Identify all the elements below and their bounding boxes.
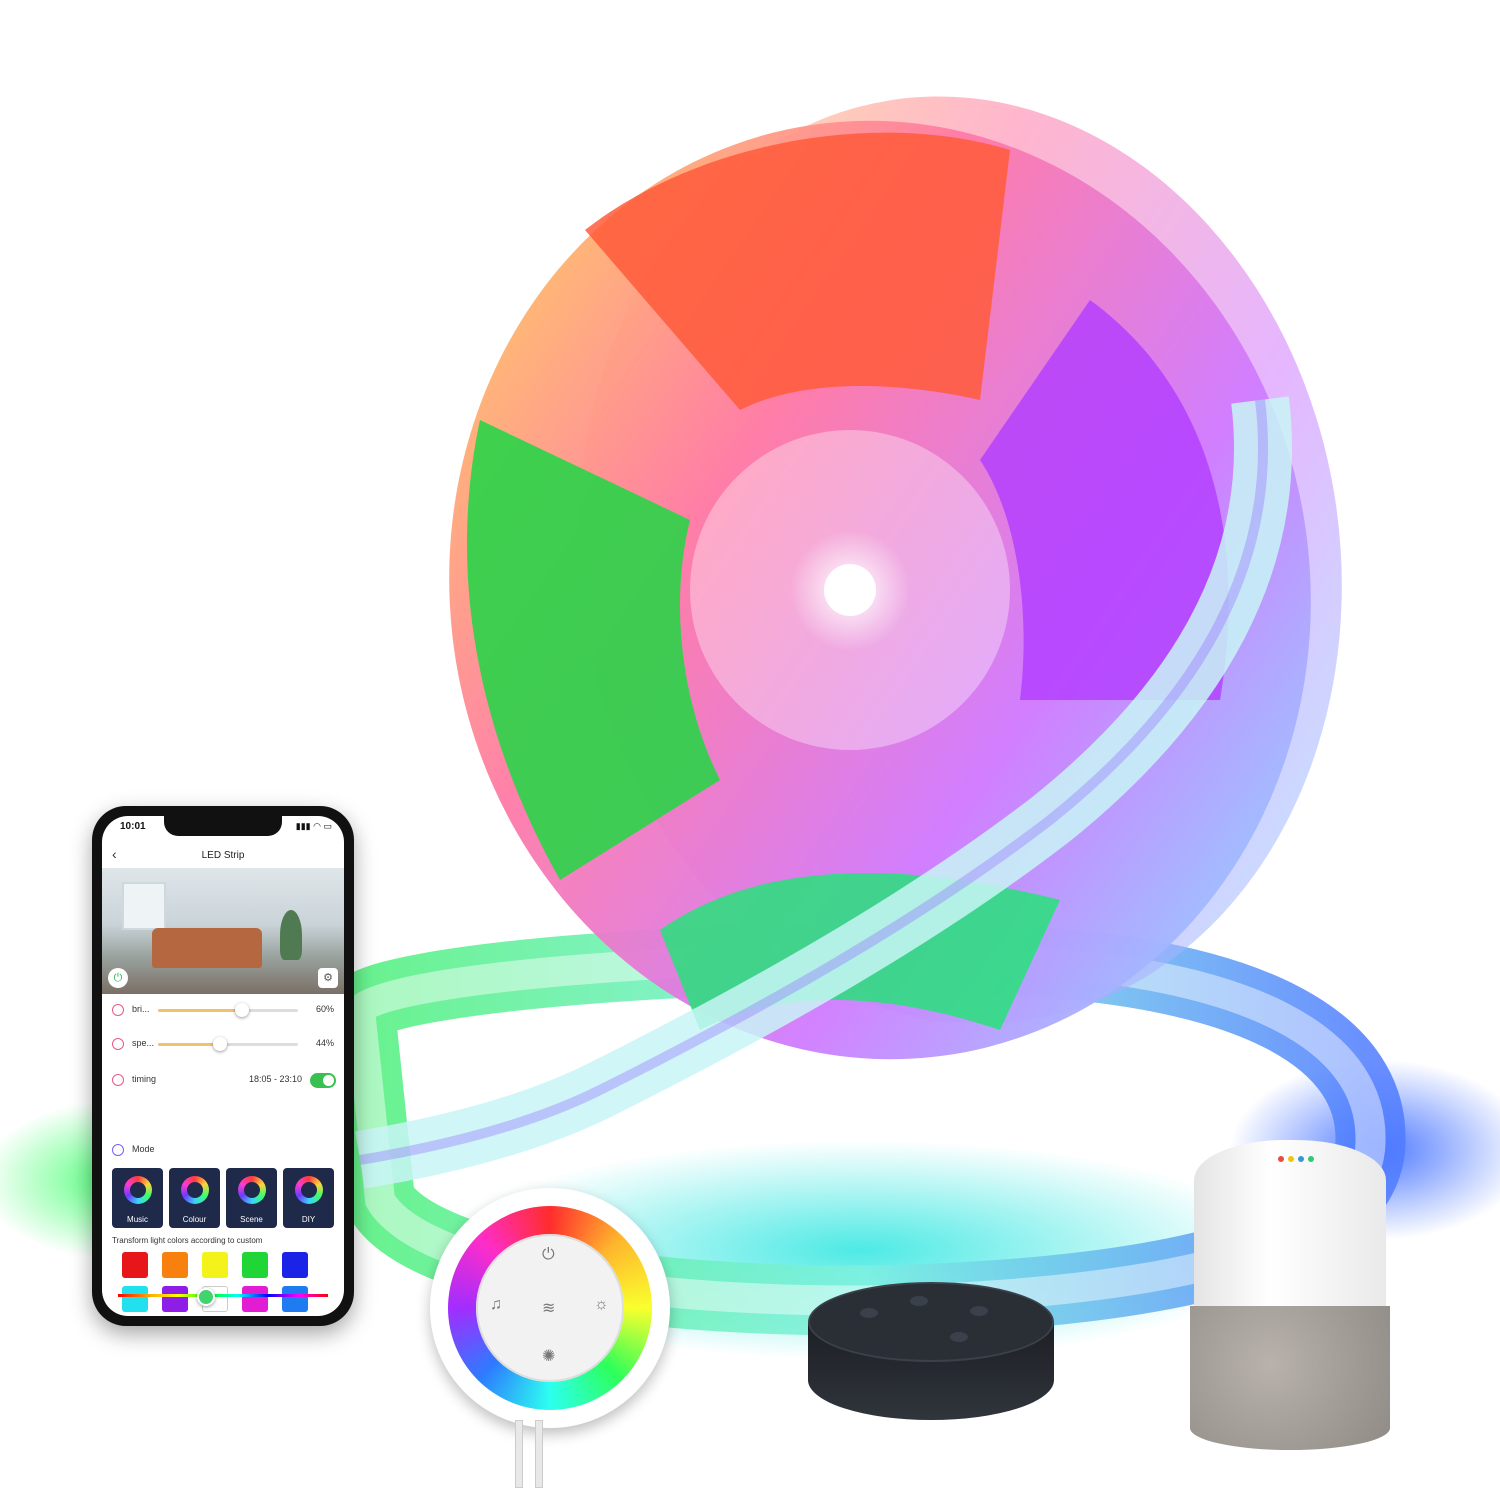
speed-fill (158, 1043, 220, 1046)
timing-range: 18:05 - 23:10 (248, 1074, 302, 1084)
mode-icon[interactable]: ✺ (542, 1346, 555, 1366)
mode-heading-row: Mode (102, 1140, 344, 1162)
timing-icon (112, 1074, 124, 1086)
brightness-value: 60% (315, 1004, 334, 1014)
power-icon[interactable]: ⏻ (108, 968, 128, 988)
timing-toggle[interactable] (310, 1073, 336, 1088)
speaker-top (808, 1282, 1054, 1362)
controller-cable (535, 1420, 543, 1488)
speaker-top-shell (1194, 1140, 1386, 1310)
brightness-icon (112, 1004, 124, 1016)
music-note-icon (123, 1176, 152, 1204)
indicator-light (1308, 1156, 1314, 1162)
speaker-button (970, 1306, 988, 1316)
mode-colour-button[interactable]: Colour (169, 1168, 220, 1228)
room-photo: ⏻ ⚙ (102, 868, 344, 994)
app-title: LED Strip (201, 850, 245, 861)
color-swatch[interactable] (122, 1286, 148, 1312)
led-controller-remote: ⏻ ♫ ≋ ☼ ✺ (430, 1188, 670, 1428)
color-swatch[interactable] (122, 1252, 148, 1278)
smart-speaker-puck (808, 1282, 1054, 1432)
settings-gear-icon[interactable]: ⚙ (318, 968, 338, 988)
speaker-button (860, 1308, 878, 1318)
mode-label: Colour (182, 1215, 207, 1224)
sofa-image (152, 928, 262, 968)
mode-scene-button[interactable]: Scene (226, 1168, 277, 1228)
color-swatch[interactable] (282, 1286, 308, 1312)
controller-cable (515, 1420, 523, 1488)
timing-row: timing 18:05 - 23:10 (102, 1070, 344, 1092)
speaker-button (950, 1332, 968, 1342)
color-swatch[interactable] (162, 1286, 188, 1312)
timing-label: timing (132, 1074, 157, 1084)
product-photo: 10:01 ▮▮▮ ◠ ▭ ‹ LED Strip ⏻ ⚙ bri... 60% (0, 0, 1500, 1488)
color-swatch[interactable] (282, 1252, 308, 1278)
mode-label: Scene (240, 1215, 263, 1224)
controller-buttons: ⏻ ♫ ≋ ☼ ✺ (476, 1234, 624, 1382)
speed-value: 44% (315, 1038, 334, 1048)
wifi-icon[interactable]: ≋ (542, 1298, 555, 1318)
window-image (122, 882, 166, 930)
brightness-fill (158, 1009, 242, 1012)
mode-label: Music (127, 1215, 148, 1224)
status-icons: ▮▮▮ ◠ ▭ (295, 821, 332, 831)
speed-slider[interactable] (158, 1037, 298, 1051)
color-swatch[interactable] (202, 1252, 228, 1278)
color-wheel-icon (180, 1176, 209, 1204)
smart-speaker-tower (1190, 1140, 1390, 1450)
color-swatch[interactable] (162, 1252, 188, 1278)
color-swatch[interactable] (242, 1286, 268, 1312)
mode-label: DIY (301, 1215, 316, 1224)
speed-knob[interactable] (212, 1037, 227, 1051)
brightness-row: bri... 60% (102, 1000, 344, 1022)
brightness-label: bri... (132, 1004, 150, 1014)
color-swatch[interactable] (242, 1252, 268, 1278)
diy-icon (294, 1176, 323, 1204)
transform-text: Transform light colors according to cust… (112, 1236, 263, 1245)
music-note-icon[interactable]: ♫ (490, 1296, 502, 1314)
color-swatches (122, 1252, 322, 1312)
speed-row: spe... 44% (102, 1034, 344, 1056)
plant-image (280, 910, 302, 960)
speaker-fabric-base (1190, 1306, 1390, 1450)
indicator-light (1288, 1156, 1294, 1162)
smartphone: 10:01 ▮▮▮ ◠ ▭ ‹ LED Strip ⏻ ⚙ bri... 60% (92, 806, 354, 1326)
mode-buttons: Music Colour Scene DIY (112, 1168, 334, 1228)
indicator-light (1298, 1156, 1304, 1162)
mode-music-button[interactable]: Music (112, 1168, 163, 1228)
mode-heading: Mode (132, 1144, 155, 1154)
status-time: 10:01 (120, 821, 146, 832)
mode-icon (112, 1144, 124, 1156)
brightness-icon[interactable]: ☼ (594, 1296, 609, 1314)
mode-diy-button[interactable]: DIY (283, 1168, 334, 1228)
hue-slider[interactable] (118, 1288, 328, 1306)
speaker-button (910, 1296, 928, 1306)
power-icon[interactable]: ⏻ (542, 1246, 555, 1264)
brightness-knob[interactable] (235, 1003, 249, 1017)
star-icon (237, 1176, 266, 1204)
indicator-light (1278, 1156, 1284, 1162)
phone-screen: 10:01 ▮▮▮ ◠ ▭ ‹ LED Strip ⏻ ⚙ bri... 60% (102, 816, 344, 1316)
speed-icon (112, 1038, 124, 1050)
phone-notch (164, 816, 282, 836)
brightness-slider[interactable] (158, 1003, 298, 1017)
speed-label: spe... (132, 1038, 155, 1048)
